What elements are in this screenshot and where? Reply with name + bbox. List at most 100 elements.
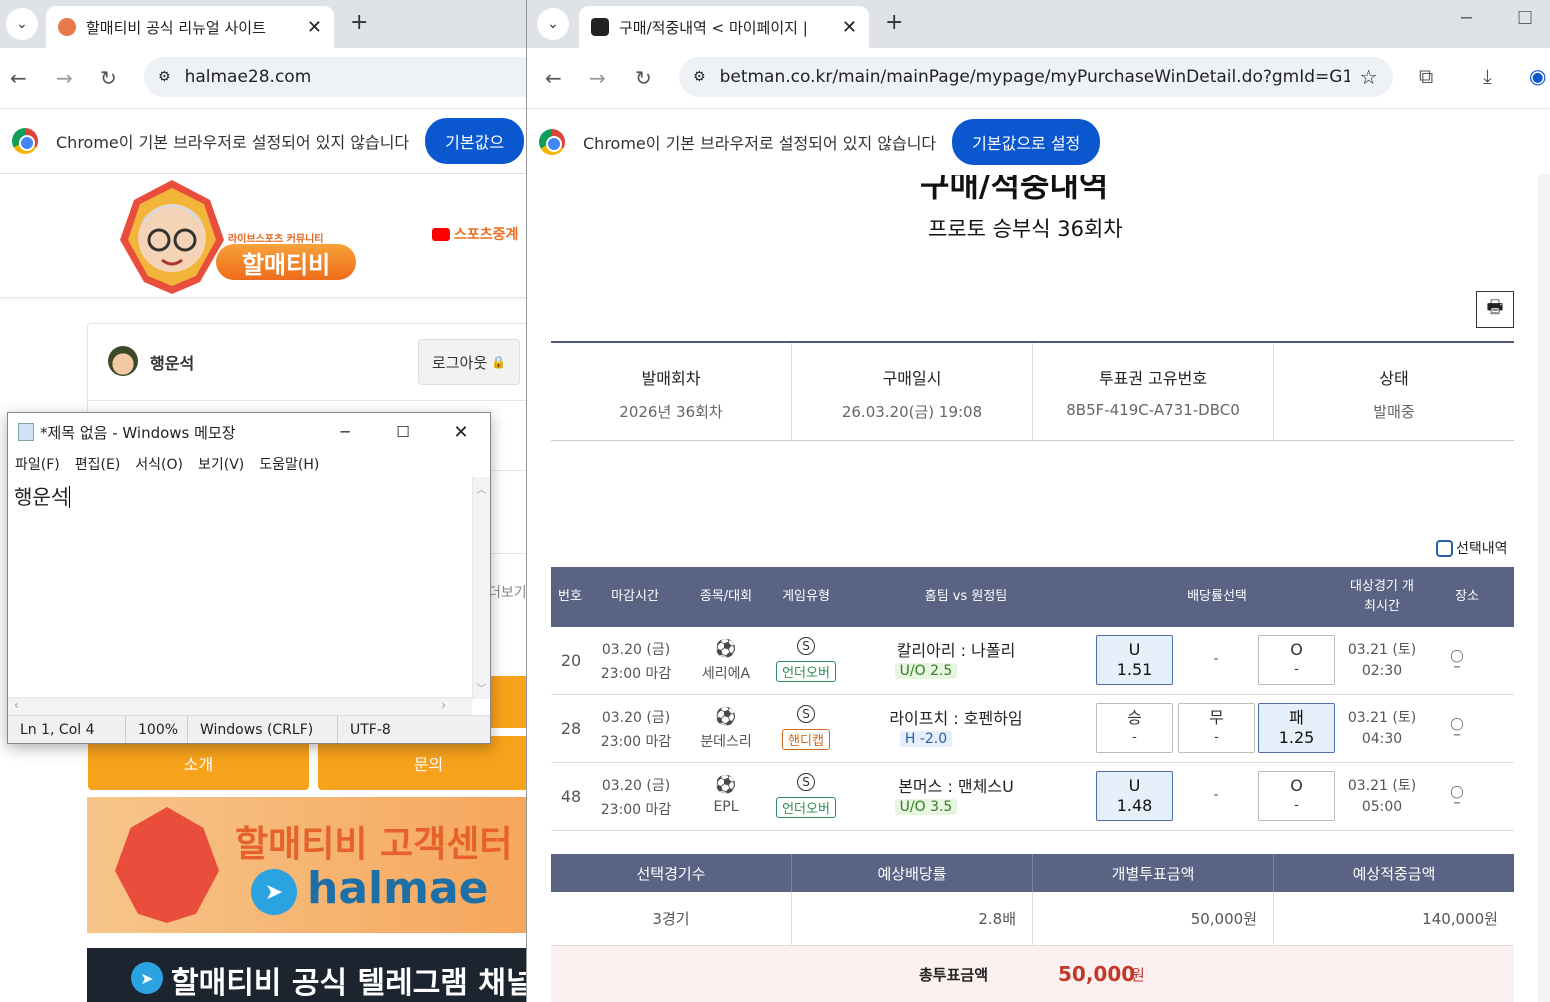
banner-handle: halmae	[307, 863, 489, 914]
total-unit: 원	[1131, 965, 1145, 984]
menu-view[interactable]: 보기(V)	[198, 454, 244, 474]
scroll-up-icon[interactable]: ︿	[473, 477, 490, 496]
back-icon-right[interactable]: ←	[545, 66, 562, 90]
panel-divider-3	[488, 553, 526, 554]
inquiry-button[interactable]: 문의	[318, 736, 526, 790]
notepad-text-area[interactable]: 행운석	[8, 477, 472, 699]
telegram-icon: ➤	[251, 869, 297, 915]
forward-icon-right[interactable]: →	[589, 66, 606, 90]
status-encoding: UTF-8	[350, 721, 391, 738]
print-button[interactable]: 🖶	[1476, 291, 1514, 328]
scroll-left-icon[interactable]: ‹	[14, 698, 19, 712]
grandma-mascot-icon	[120, 180, 224, 294]
col-game-time: 대상경기 개최시간	[1350, 579, 1414, 614]
odd-lose-selected[interactable]: 패 1.25	[1258, 703, 1335, 753]
default-browser-infobar-right: Chrome이 기본 브라우저로 설정되어 있지 않습니다 기본값으로 설정	[527, 108, 1550, 174]
customer-center-banner[interactable]: 할매티비 고객센터 ➤ halmae	[87, 797, 526, 933]
odd-draw[interactable]: 무-	[1178, 703, 1255, 753]
menu-edit[interactable]: 편집(E)	[75, 454, 121, 474]
menu-help[interactable]: 도움말(H)	[259, 454, 319, 474]
vertical-scrollbar[interactable]: ︿ ﹀	[472, 477, 490, 699]
select-history-checkbox[interactable]: 선택내역	[1436, 538, 1508, 558]
logout-button[interactable]: 로그아웃 🔒	[418, 339, 520, 385]
row-deadline-time: 23:00 마감	[600, 666, 672, 682]
address-bar-right[interactable]: ⚙ betman.co.kr/main/mainPage/mypage/myPu…	[679, 57, 1393, 97]
tab-list-button-right[interactable]: ⌄	[537, 8, 569, 40]
new-tab-button[interactable]: +	[350, 10, 368, 35]
location-pin-icon[interactable]: ⍜	[1445, 713, 1469, 738]
game-type-s-icon: S	[797, 637, 815, 655]
odd-over[interactable]: O-	[1258, 771, 1335, 821]
reload-icon-right[interactable]: ↻	[635, 66, 652, 90]
site-info-icon-right[interactable]: ⚙	[693, 69, 706, 85]
col-teams: 홈팀 vs 원정팀	[924, 589, 1008, 604]
row-handicap: H -2.0	[891, 729, 961, 747]
more-link[interactable]: 더보기	[488, 582, 526, 602]
nav-sports-streaming[interactable]: 스포츠중계	[432, 224, 518, 244]
odd-under-selected[interactable]: U 1.48	[1096, 771, 1173, 821]
tab-list-button[interactable]: ⌄	[6, 8, 38, 40]
left-active-tab[interactable]: 할매티비 공식 리뉴얼 사이트 ✕	[46, 6, 334, 48]
site-header: 라이브스포츠 커뮤니티 할매티비 스포츠중계	[0, 174, 526, 298]
site-info-icon[interactable]: ⚙	[158, 69, 171, 85]
menu-file[interactable]: 파일(F)	[15, 454, 60, 474]
address-bar[interactable]: ⚙ halmae28.com	[144, 57, 526, 97]
odd-over[interactable]: O-	[1258, 635, 1335, 685]
minimize-button[interactable]: ─	[316, 423, 374, 441]
soccer-ball-icon: ⚽	[715, 775, 737, 795]
close-button[interactable]: ✕	[432, 422, 490, 443]
bookmark-star-icon[interactable]: ☆	[1360, 65, 1378, 89]
close-tab-icon[interactable]: ✕	[307, 17, 322, 38]
odd-under-selected[interactable]: U 1.51	[1096, 635, 1173, 685]
maximize-button[interactable]: ☐	[374, 423, 432, 441]
page-scrollbar[interactable]	[1538, 174, 1550, 1002]
totals-col-odds: 예상배당률	[792, 854, 1033, 892]
scroll-down-icon[interactable]: ﹀	[473, 680, 490, 695]
totals-col-payout: 예상적중금액	[1352, 864, 1436, 883]
row-match: 본머스 : 맨체스U	[898, 777, 1014, 796]
game-type-s-icon: S	[797, 773, 815, 791]
games-table-header: 번호 마감시간 종목/대회 게임유형 홈팀 vs 원정팀 배당률선택 대상경기 …	[551, 567, 1514, 627]
location-pin-icon[interactable]: ⍜	[1445, 781, 1469, 806]
panel-divider	[88, 400, 526, 401]
total-amount: 50,000	[1058, 962, 1136, 986]
intro-button[interactable]: 소개	[88, 736, 309, 790]
odd-win[interactable]: 승-	[1096, 703, 1173, 753]
summary-status: 상태 발매중	[1373, 369, 1415, 421]
status-zoom: 100%	[126, 716, 188, 743]
close-tab-icon-right[interactable]: ✕	[842, 17, 857, 38]
row-match: 칼리아리 : 나폴리	[896, 641, 1016, 660]
telegram-channel-banner[interactable]: ➤ 할매티비 공식 텔레그램 채널	[87, 948, 526, 1002]
notepad-window: *제목 없음 - Windows 메모장 ─ ☐ ✕ 파일(F) 편집(E) 서…	[7, 412, 491, 744]
site-logo[interactable]: 라이브스포츠 커뮤니티 할매티비	[118, 178, 358, 296]
totals-odds: 2.8배	[792, 892, 1033, 945]
forward-icon[interactable]: →	[56, 66, 73, 90]
horizontal-scrollbar[interactable]: ‹ ›	[8, 697, 472, 715]
totals-col-count: 선택경기수	[551, 854, 792, 892]
profile-icon[interactable]: ◉	[1529, 64, 1546, 88]
checkbox-icon	[1436, 539, 1453, 557]
url-text: halmae28.com	[184, 67, 312, 87]
location-pin-icon[interactable]: ⍜	[1445, 645, 1469, 670]
summary-round: 발매회차 2026년 36회차	[551, 343, 792, 440]
reload-icon[interactable]: ↻	[100, 66, 117, 90]
download-icon[interactable]: ⤓	[1483, 64, 1492, 88]
window-minimize-icon[interactable]: ─	[1461, 8, 1472, 29]
odd-middle: -	[1213, 651, 1219, 667]
set-default-button-right[interactable]: 기본값으로 설정	[952, 118, 1101, 165]
row-deadline-date: 03.20 (금)	[601, 710, 671, 726]
back-icon[interactable]: ←	[10, 66, 27, 90]
window-maximize-icon[interactable]: ☐	[1517, 8, 1533, 29]
total-amount-bar: 총투표금액 50,000 원	[551, 946, 1514, 1002]
summary-ticket-id: 투표권 고유번호 8B5F-419C-A731-DBC0	[1033, 343, 1274, 440]
col-type: 게임유형	[782, 589, 830, 604]
chrome-icon	[12, 128, 38, 154]
set-default-button[interactable]: 기본값으	[425, 118, 525, 164]
right-active-tab[interactable]: 구매/적중내역 < 마이페이지 | ✕	[579, 6, 869, 48]
row-game-date: 03.21 (토)	[1347, 710, 1417, 726]
menu-format[interactable]: 서식(O)	[135, 454, 183, 474]
scroll-right-icon[interactable]: ›	[441, 698, 446, 712]
notepad-titlebar[interactable]: *제목 없음 - Windows 메모장 ─ ☐ ✕	[8, 413, 490, 451]
extensions-icon[interactable]: ⧉	[1419, 64, 1433, 88]
new-tab-button-right[interactable]: +	[885, 10, 903, 35]
